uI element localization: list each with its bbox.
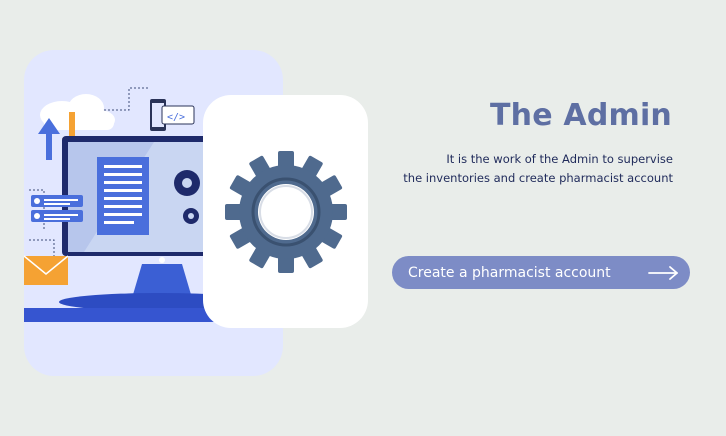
gear-card bbox=[203, 95, 368, 328]
create-pharmacist-account-label: Create a pharmacist account bbox=[408, 264, 611, 281]
description-line-2: the inventories and create pharmacist ac… bbox=[403, 171, 673, 185]
svg-text:</>: </> bbox=[167, 112, 185, 123]
envelope-icon bbox=[24, 255, 69, 285]
description-line-1: It is the work of the Admin to supervise bbox=[446, 152, 673, 166]
arrow-right-icon bbox=[648, 266, 678, 280]
page-title: The Admin bbox=[489, 98, 672, 133]
gear-icon bbox=[224, 150, 347, 273]
page-description: It is the work of the Admin to supervise… bbox=[353, 150, 673, 188]
create-pharmacist-account-button[interactable]: Create a pharmacist account bbox=[392, 256, 690, 289]
code-tablet-icon: </> bbox=[150, 99, 195, 131]
